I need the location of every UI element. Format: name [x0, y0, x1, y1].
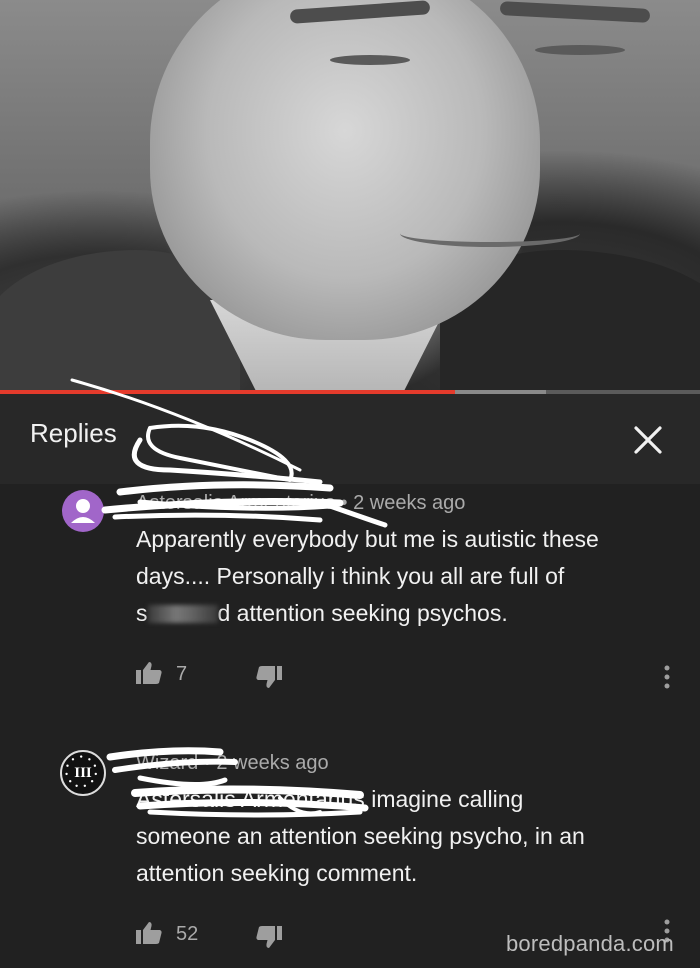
comment-author[interactable]: Wizard	[136, 752, 198, 774]
comment-text-fragment: s	[136, 600, 148, 626]
comment-meta: Wizard • 2 weeks ago	[136, 752, 329, 775]
dislike-button[interactable]	[254, 922, 284, 952]
avatar[interactable]	[62, 490, 104, 532]
thumbs-down-icon	[256, 926, 282, 948]
comment-text-line: Astersalis Armentarius imagine calling	[136, 781, 676, 818]
comment-text-line: s d attention seeking psychos.	[136, 595, 676, 632]
video-eye-left	[330, 55, 410, 65]
replies-title: Replies	[30, 418, 117, 448]
comment-meta: Astersalis Armentarius • 2 weeks ago	[136, 492, 465, 515]
person-icon	[71, 499, 95, 523]
close-button[interactable]	[626, 418, 670, 462]
like-count: 7	[176, 663, 188, 685]
video-brow-left	[289, 0, 431, 24]
comment-text: Astersalis Armentarius imagine calling s…	[136, 781, 676, 892]
avatar[interactable]: III	[60, 750, 106, 796]
comment-text-line: someone an attention seeking psycho, in …	[136, 823, 585, 849]
comment-text-line: days.... Personally i think you all are …	[136, 563, 565, 589]
video-frame[interactable]	[0, 0, 700, 390]
avatar-glyph: III	[74, 764, 92, 781]
comment-text-line: Apparently everybody but me is autistic …	[136, 526, 599, 552]
more-options-button[interactable]	[652, 662, 682, 692]
comment-text-line: attention seeking comment.	[136, 860, 418, 886]
more-vert-icon	[664, 665, 670, 689]
thumbs-down-icon	[256, 666, 282, 688]
meta-separator: •	[203, 752, 211, 774]
comment-time: 2 weeks ago	[353, 492, 466, 514]
replies-header: Replies	[0, 394, 700, 484]
close-icon	[634, 426, 662, 454]
comment-text: Apparently everybody but me is autistic …	[136, 521, 676, 632]
like-button[interactable]	[134, 658, 164, 688]
watermark: boredpanda.com	[506, 931, 674, 956]
video-face	[150, 0, 651, 340]
mention-link[interactable]: Astersalis Armentarius	[136, 786, 365, 812]
comment-author[interactable]: Astersalis Armentarius	[136, 492, 335, 514]
video-mouth	[400, 220, 580, 247]
like-count: 52	[176, 923, 199, 945]
comment-text-fragment: imagine calling	[364, 786, 524, 812]
thumbs-up-icon	[136, 662, 162, 684]
thumbs-up-icon	[136, 922, 162, 944]
dislike-button[interactable]	[254, 662, 284, 692]
video-eye-right	[535, 45, 625, 55]
like-button[interactable]	[134, 918, 164, 948]
meta-separator: •	[340, 492, 348, 514]
video-brow-right	[499, 1, 651, 23]
comment-text-fragment: d attention seeking psychos.	[217, 600, 508, 626]
comment-time: 2 weeks ago	[216, 752, 329, 774]
censor-blur	[147, 605, 218, 623]
